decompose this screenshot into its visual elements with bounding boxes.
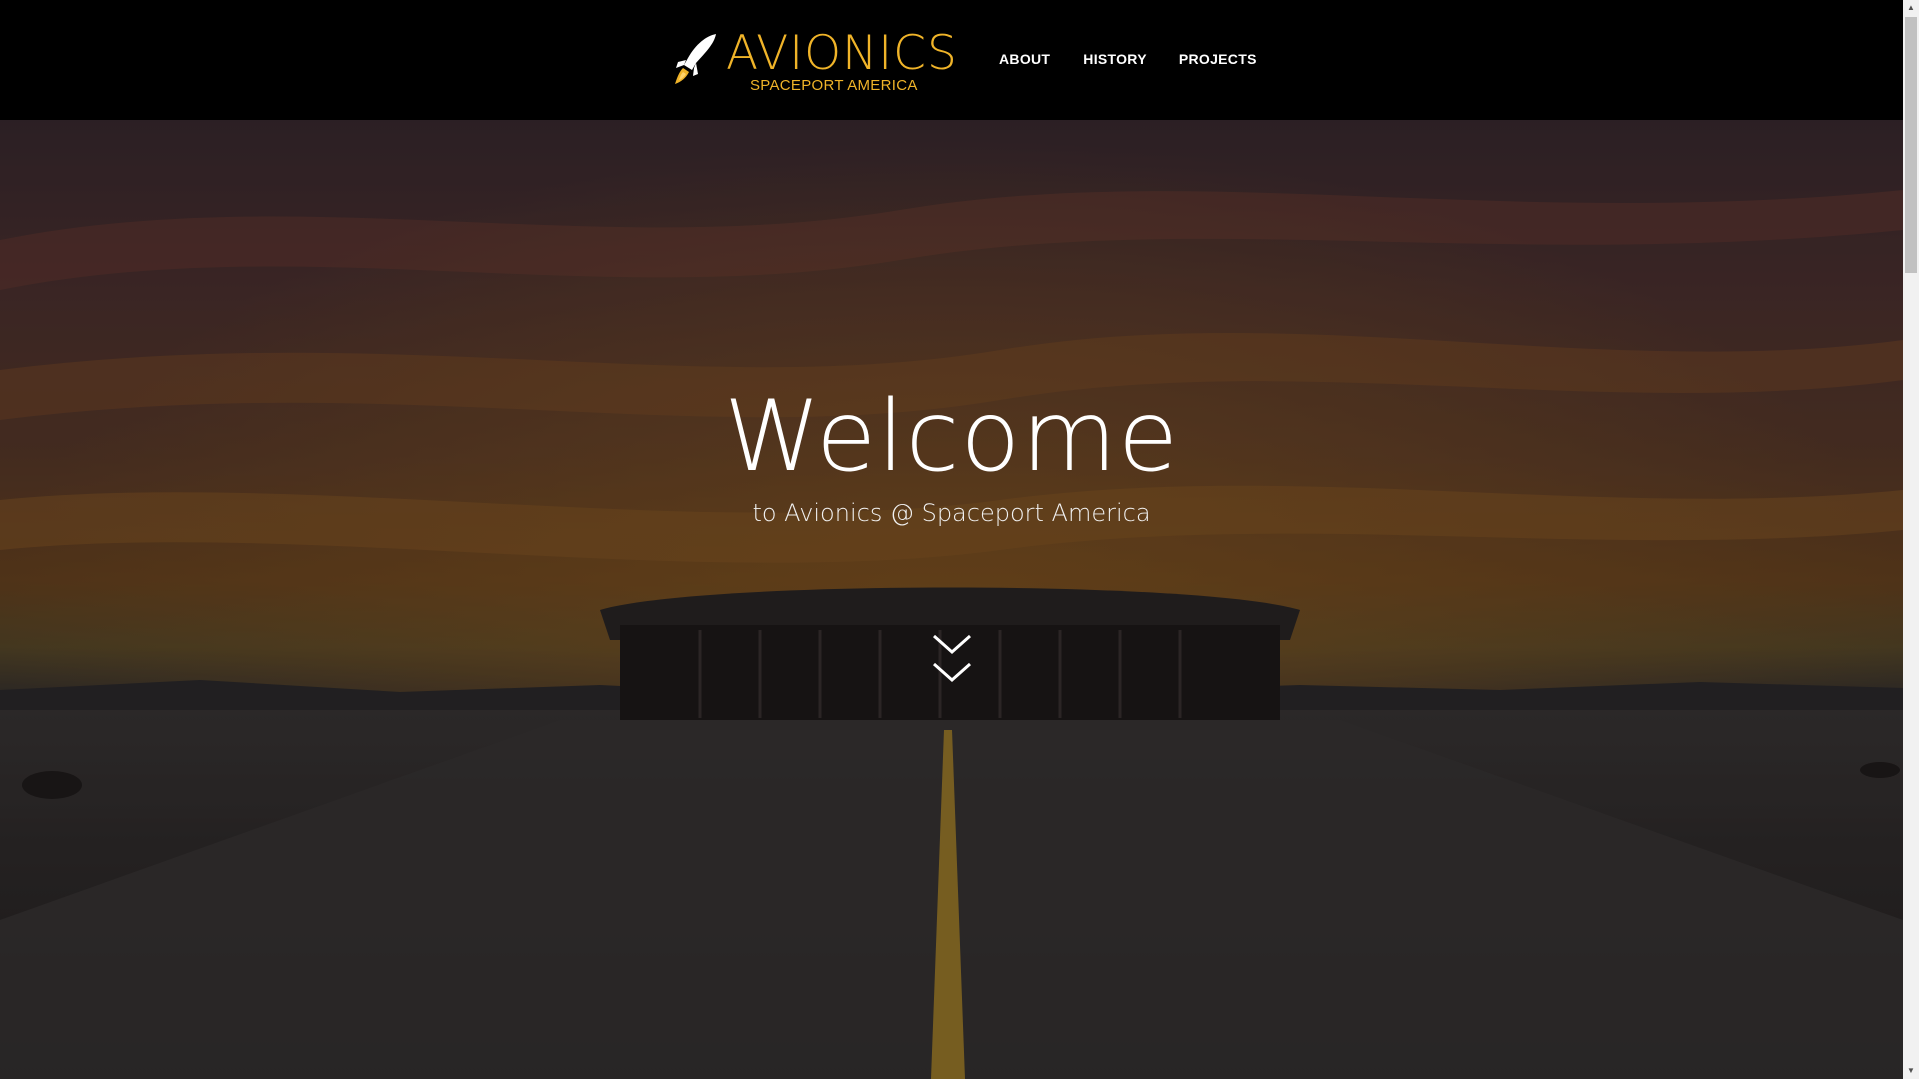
hero-title: Welcome (723, 380, 1180, 494)
scroll-up-arrow-icon[interactable]: ▲ (1903, 0, 1919, 16)
vertical-scrollbar[interactable]: ▲ ▼ (1903, 0, 1919, 1079)
rocket-icon (675, 34, 716, 84)
double-chevron-down-icon[interactable] (932, 630, 972, 690)
nav-item-projects[interactable]: PROJECTS (1179, 50, 1257, 68)
navbar: AVIONICS SPACEPORT AMERICA ABOUT HISTORY… (0, 0, 1903, 120)
main-nav: ABOUT HISTORY PROJECTS (999, 50, 1257, 68)
brand-title: AVIONICS (726, 26, 958, 81)
scrollbar-thumb[interactable] (1905, 17, 1917, 273)
page: AVIONICS SPACEPORT AMERICA ABOUT HISTORY… (0, 0, 1919, 1079)
hero-overlay (0, 120, 1903, 1079)
brand-subtitle: SPACEPORT AMERICA (750, 77, 918, 94)
brand-logo-link[interactable]: AVIONICS SPACEPORT AMERICA (672, 28, 957, 94)
nav-item-about[interactable]: ABOUT (999, 50, 1050, 68)
hero-subtitle: to Avionics @ Spaceport America (752, 499, 1151, 527)
hero-section: Welcome to Avionics @ Spaceport America (0, 120, 1903, 1079)
scroll-down-arrow-icon[interactable]: ▼ (1903, 1063, 1919, 1079)
nav-item-history[interactable]: HISTORY (1083, 50, 1147, 68)
